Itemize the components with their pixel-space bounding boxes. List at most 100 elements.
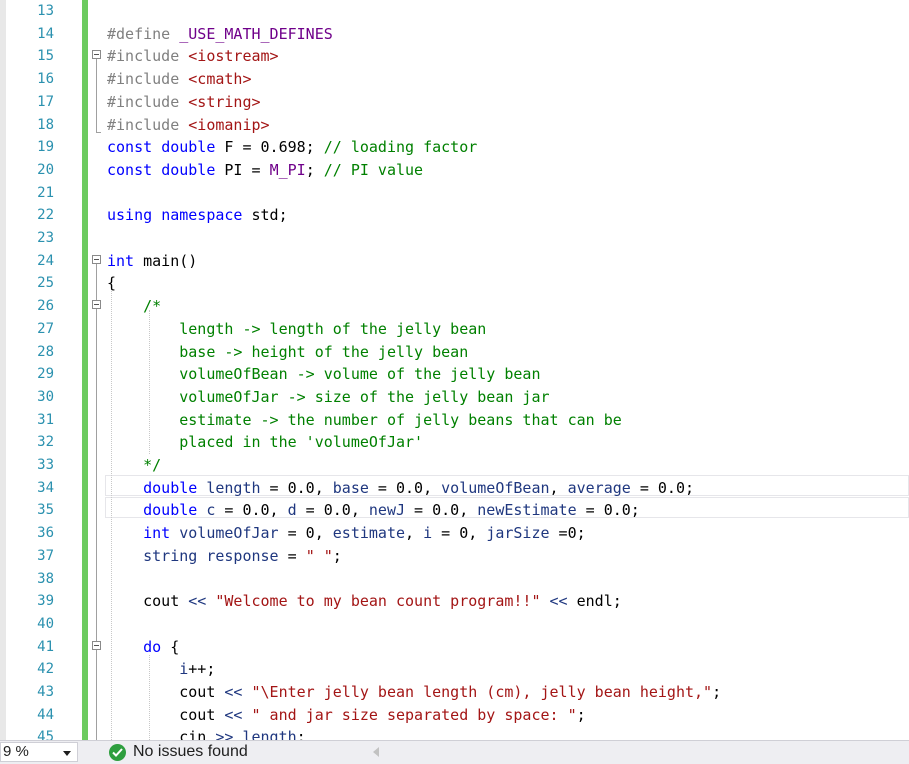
code-line[interactable]: #include <string>	[107, 91, 261, 114]
collapse-comment-block-icon[interactable]	[92, 300, 101, 309]
code-token: length -> length of the jelly bean	[107, 319, 487, 338]
code-line[interactable]: #include <iomanip>	[107, 114, 270, 137]
code-token: <iomanip>	[188, 115, 270, 134]
code-token: cin	[107, 728, 216, 740]
code-token: */	[107, 456, 162, 474]
code-token: main	[143, 251, 180, 270]
line-number: 42	[37, 661, 54, 678]
line-number: 24	[37, 252, 54, 269]
collapse-include-block-icon[interactable]	[92, 50, 101, 59]
code-token: i	[423, 524, 433, 543]
code-line[interactable]: */	[107, 454, 161, 477]
code-line[interactable]: double c = 0.0, d = 0.0, newJ = 0.0, new…	[107, 499, 640, 522]
line-number: 41	[37, 638, 54, 655]
code-token: string	[143, 546, 207, 565]
code-token: <<	[549, 592, 568, 611]
line-number: 22	[37, 207, 54, 224]
line-number: 17	[37, 93, 54, 110]
code-token: =0;	[549, 524, 586, 543]
code-line[interactable]: /*	[107, 295, 161, 318]
code-line[interactable]: string response = " ";	[107, 545, 342, 568]
code-token: newJ	[368, 501, 406, 520]
issues-status-text[interactable]: No issues found	[133, 742, 248, 762]
code-line[interactable]: estimate -> the number of jelly beans th…	[107, 409, 622, 432]
code-token: " and jar size separated by space: "	[251, 705, 577, 724]
code-token: volumeOfJar	[179, 524, 279, 543]
code-token: = 0.0;	[630, 478, 695, 497]
scroll-left-arrow-icon[interactable]	[373, 747, 379, 757]
line-number: 43	[37, 684, 54, 700]
code-line[interactable]: do {	[107, 636, 179, 659]
code-token: #include	[107, 70, 189, 89]
code-token: do	[143, 637, 171, 656]
code-token: cout	[107, 683, 225, 701]
line-number: 44	[37, 706, 54, 723]
line-number: 25	[37, 275, 54, 292]
code-line[interactable]: volumeOfBean -> volume of the jelly bean	[107, 363, 540, 386]
zoom-level-dropdown[interactable]: 9 %	[0, 742, 78, 762]
line-number: 13	[37, 3, 54, 19]
code-token: const	[107, 160, 162, 179]
code-token: int	[107, 251, 144, 270]
line-number: 30	[37, 388, 54, 405]
code-token: int	[143, 524, 180, 543]
line-number: 18	[37, 116, 54, 133]
code-line[interactable]: int main()	[107, 250, 197, 273]
code-line[interactable]: placed in the 'volumeOfJar'	[107, 431, 423, 454]
line-number: 15	[37, 48, 54, 65]
code-token: M_PI	[269, 160, 306, 179]
code-token: response	[206, 546, 279, 565]
code-line[interactable]: #include <cmath>	[107, 68, 252, 91]
code-line[interactable]: const double F = 0.698; // loading facto…	[107, 136, 477, 159]
code-token: = 0.0,	[215, 501, 288, 520]
code-text-area[interactable]: #define _USE_MATH_DEFINES #include <iostr…	[107, 0, 909, 740]
code-token: cout	[107, 705, 225, 724]
collapse-main-function-icon[interactable]	[92, 255, 101, 264]
code-token: ,	[549, 478, 568, 497]
code-token: = 0,	[278, 524, 333, 543]
code-line[interactable]: const double PI = M_PI; // PI value	[107, 159, 423, 182]
code-token: length	[206, 478, 261, 497]
code-token: std;	[251, 206, 288, 225]
code-token: = 0.0;	[576, 501, 640, 520]
code-line[interactable]: cout << "Welcome to my bean count progra…	[107, 590, 622, 613]
code-line[interactable]: using namespace std;	[107, 204, 288, 227]
fold-line	[96, 59, 97, 132]
code-token: // PI value	[323, 160, 424, 179]
line-number: 37	[37, 547, 54, 564]
code-token: {	[107, 274, 117, 293]
code-line[interactable]: length -> length of the jelly bean	[107, 318, 486, 341]
code-token: = 0.0,	[260, 478, 333, 497]
code-token: placed in the 'volumeOfJar'	[107, 433, 424, 452]
code-line[interactable]: i++;	[107, 658, 215, 681]
code-token: base	[332, 478, 369, 497]
code-token: = 0,	[432, 524, 487, 543]
code-line[interactable]: {	[107, 272, 116, 295]
code-line[interactable]: double length = 0.0, base = 0.0, volumeO…	[107, 477, 694, 500]
code-token: volumeOfBean	[441, 478, 550, 497]
collapse-do-block-icon[interactable]	[92, 641, 101, 650]
code-line[interactable]: volumeOfJar -> size of the jelly bean ja…	[107, 386, 549, 409]
code-token: const	[107, 138, 162, 157]
code-line[interactable]: #define _USE_MATH_DEFINES	[107, 23, 333, 46]
code-line[interactable]: #include <iostream>	[107, 45, 279, 68]
code-token: double	[143, 478, 207, 497]
code-token: >>	[215, 728, 234, 740]
code-token: i	[179, 660, 189, 679]
code-line[interactable]: cout << " and jar size separated by spac…	[107, 704, 586, 727]
line-number: 36	[37, 525, 54, 542]
code-line[interactable]: cin >> length;	[107, 726, 305, 740]
code-token: cout	[107, 592, 189, 611]
code-token: ;	[712, 683, 722, 701]
code-token: ;	[576, 705, 586, 724]
code-editor[interactable]: 13 14 15 16 17 18 19 20 21 22 23 24 25 26 27 28 29 30 31 32…	[0, 0, 909, 740]
code-token: using	[107, 206, 162, 225]
code-line[interactable]: int volumeOfJar = 0, estimate, i = 0, ja…	[107, 522, 586, 545]
code-line[interactable]: cout << "\Enter jelly bean length (cm), …	[107, 681, 721, 704]
code-token: PI =	[224, 160, 270, 179]
code-line[interactable]: base -> height of the jelly bean	[107, 341, 468, 364]
